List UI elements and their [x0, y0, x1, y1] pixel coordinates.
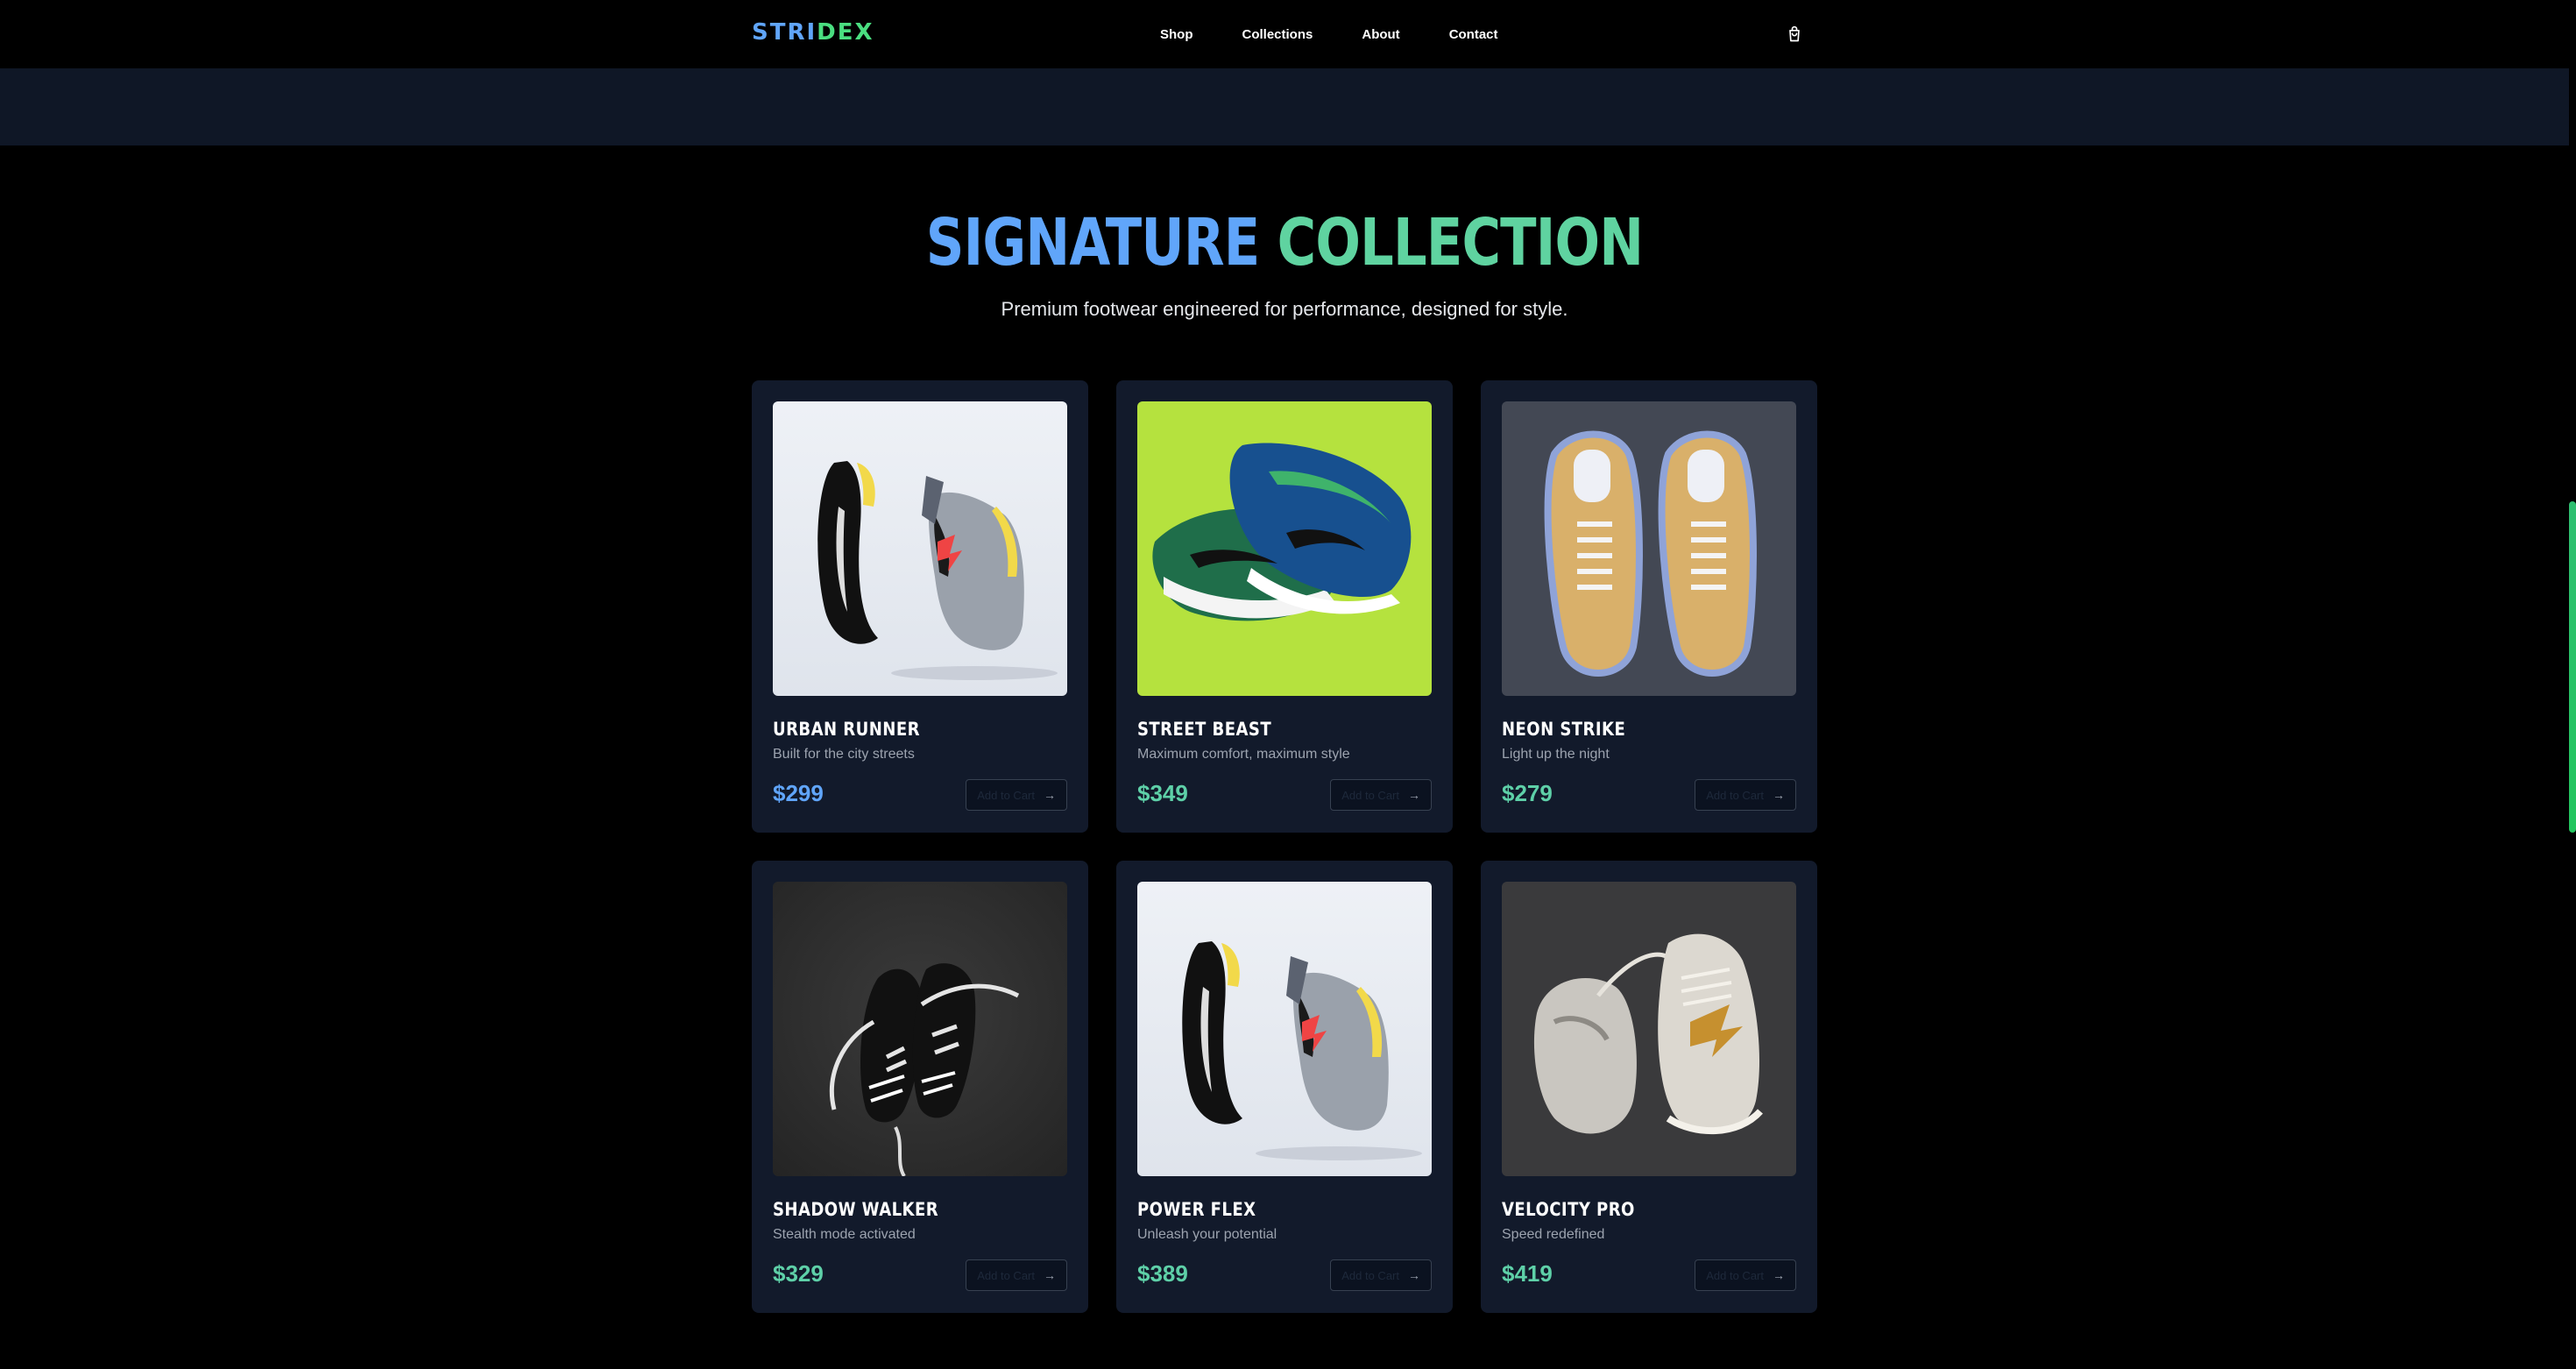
nav-link-shop[interactable]: Shop	[1160, 27, 1193, 42]
product-image[interactable]	[1137, 401, 1432, 696]
product-price: $419	[1502, 1260, 1553, 1287]
product-card: Shadow Walker Stealth mode activated $32…	[752, 861, 1088, 1313]
arrow-right-icon: →	[1408, 788, 1420, 802]
product-card: Street Beast Maximum comfort, maximum st…	[1116, 380, 1453, 833]
scrollbar-track[interactable]	[2569, 0, 2576, 1369]
add-to-cart-button[interactable]: Add to Cart →	[1330, 779, 1432, 811]
product-image[interactable]	[1137, 882, 1432, 1176]
arrow-right-icon: →	[1773, 1268, 1785, 1282]
product-name: Power Flex	[1137, 1199, 1256, 1220]
add-to-cart-button[interactable]: Add to Cart →	[1695, 1259, 1796, 1291]
nav-link-contact[interactable]: Contact	[1449, 27, 1498, 42]
add-to-cart-label: Add to Cart	[977, 788, 1035, 802]
shoe-image-icon	[817, 461, 1058, 680]
shopping-bag-icon	[1789, 25, 1800, 42]
product-description: Light up the night	[1502, 747, 1610, 762]
product-price: $279	[1502, 780, 1553, 806]
product-grid: Urban Runner Built for the city streets …	[752, 380, 1817, 1313]
product-card: Power Flex Unleash your potential $389 A…	[1116, 861, 1453, 1313]
product-card: Urban Runner Built for the city streets …	[752, 380, 1088, 833]
product-image[interactable]	[1502, 882, 1796, 1176]
add-to-cart-button[interactable]: Add to Cart →	[966, 1259, 1067, 1291]
scrollbar-thumb[interactable]	[2569, 501, 2576, 833]
add-to-cart-label: Add to Cart	[1341, 788, 1399, 802]
logo-part-1: STRI	[752, 19, 817, 46]
product-description: Stealth mode activated	[773, 1227, 916, 1242]
product-name: Velocity Pro	[1502, 1199, 1635, 1220]
product-name: Urban Runner	[773, 719, 920, 740]
product-description: Maximum comfort, maximum style	[1137, 747, 1350, 762]
product-description: Speed redefined	[1502, 1227, 1605, 1242]
product-image[interactable]	[1502, 401, 1796, 696]
add-to-cart-button[interactable]: Add to Cart →	[1330, 1259, 1432, 1291]
product-description: Built for the city streets	[773, 747, 915, 762]
arrow-right-icon: →	[1044, 788, 1056, 802]
product-name: Neon Strike	[1502, 719, 1626, 740]
arrow-right-icon: →	[1773, 788, 1785, 802]
product-image[interactable]	[773, 882, 1067, 1176]
product-description: Unleash your potential	[1137, 1227, 1277, 1242]
section-subtitle: Premium footwear engineered for performa…	[1001, 298, 1568, 320]
add-to-cart-label: Add to Cart	[1706, 788, 1764, 802]
nav-link-collections[interactable]: Collections	[1242, 27, 1313, 42]
product-price: $389	[1137, 1260, 1188, 1287]
product-name: Street Beast	[1137, 719, 1272, 740]
section-title: SIGNATURE COLLECTION	[231, 203, 2338, 282]
shoe-image-icon	[829, 963, 1020, 1176]
product-card: Neon Strike Light up the night $279 Add …	[1481, 380, 1817, 833]
product-price: $299	[773, 780, 824, 806]
logo-part-2: DEX	[817, 19, 874, 46]
add-to-cart-button[interactable]: Add to Cart →	[966, 779, 1067, 811]
shoe-image-icon	[1533, 933, 1763, 1135]
navbar-inner: STRIDEX Shop Collections About Contact	[752, 0, 1808, 68]
add-to-cart-button[interactable]: Add to Cart →	[1695, 779, 1796, 811]
product-image[interactable]	[773, 401, 1067, 696]
add-to-cart-label: Add to Cart	[1341, 1268, 1399, 1282]
product-name: Shadow Walker	[773, 1199, 939, 1220]
title-part-1: SIGNATURE	[925, 205, 1260, 280]
arrow-right-icon: →	[1044, 1268, 1056, 1282]
title-part-2: COLLECTION	[1277, 205, 1644, 280]
shoe-image-icon	[1182, 941, 1422, 1160]
shoe-image-icon	[1152, 443, 1412, 621]
add-to-cart-label: Add to Cart	[1706, 1268, 1764, 1282]
main-nav: Shop Collections About Contact	[1160, 0, 1498, 68]
shoe-image-icon	[1544, 430, 1757, 677]
product-price: $329	[773, 1260, 824, 1287]
product-card: Velocity Pro Speed redefined $419 Add to…	[1481, 861, 1817, 1313]
add-to-cart-label: Add to Cart	[977, 1268, 1035, 1282]
nav-link-about[interactable]: About	[1362, 27, 1399, 42]
product-price: $349	[1137, 780, 1188, 806]
cart-button[interactable]	[1781, 21, 1808, 47]
arrow-right-icon: →	[1408, 1268, 1420, 1282]
hero-band	[0, 68, 2569, 145]
navbar: STRIDEX Shop Collections About Contact	[0, 0, 2569, 68]
brand-logo[interactable]: STRIDEX	[752, 19, 874, 46]
